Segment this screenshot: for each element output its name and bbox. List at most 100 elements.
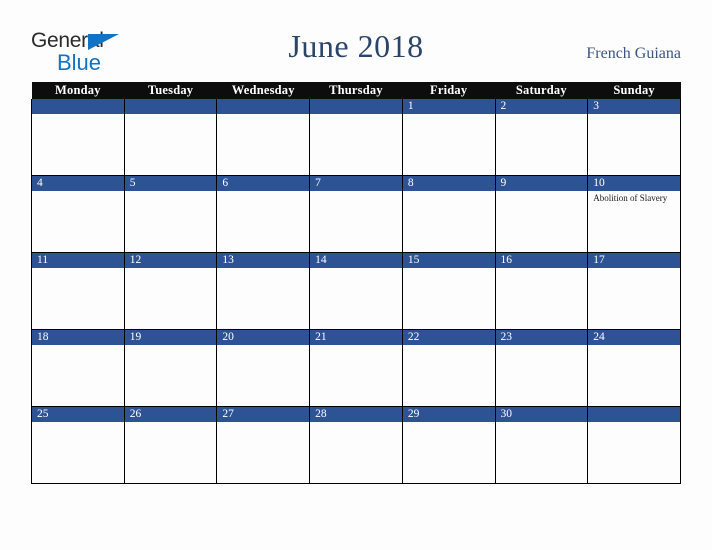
calendar-day-cell[interactable]: 3 <box>587 99 681 176</box>
day-cell-inner: 17 <box>588 253 680 329</box>
day-number <box>588 407 680 422</box>
day-cell-inner <box>217 99 310 175</box>
day-number: 8 <box>402 176 495 191</box>
calendar-day-cell[interactable]: 2 <box>494 99 589 176</box>
calendar-day-cell[interactable]: 7 <box>309 175 403 253</box>
calendar-day-cell[interactable]: 28 <box>309 406 403 484</box>
day-number: 2 <box>495 99 588 114</box>
weekday-header-friday: Friday <box>402 82 496 99</box>
calendar-empty-cell <box>587 406 681 484</box>
day-number: 18 <box>32 330 124 345</box>
day-cell-inner: 29 <box>402 407 495 483</box>
calendar-body: 1 2 3 4 5 6 7 8 9 10 Abolition of Slavery 11 12 13 14 1… <box>31 99 681 484</box>
calendar-day-cell[interactable]: 11 <box>31 252 125 330</box>
day-number: 25 <box>32 407 124 422</box>
calendar-day-cell[interactable]: 29 <box>401 406 496 484</box>
weekday-header-wednesday: Wednesday <box>216 82 310 99</box>
calendar-week-row: 11 12 13 14 15 16 17 <box>31 252 681 330</box>
page-header: General Blue June 2018 French Guiana <box>0 0 712 82</box>
day-cell-inner: 24 <box>588 330 680 406</box>
day-cell-inner: 3 <box>588 99 680 175</box>
day-number: 29 <box>402 407 495 422</box>
calendar-empty-cell <box>123 99 218 176</box>
calendar-day-cell[interactable]: 16 <box>494 252 589 330</box>
day-cell-inner: 22 <box>402 330 495 406</box>
day-number: 26 <box>124 407 217 422</box>
day-number: 20 <box>217 330 310 345</box>
day-cell-inner: 2 <box>495 99 588 175</box>
day-number: 22 <box>402 330 495 345</box>
calendar-day-cell[interactable]: 23 <box>494 329 589 407</box>
day-number: 1 <box>402 99 495 114</box>
calendar-day-cell[interactable]: 10 Abolition of Slavery <box>587 175 681 253</box>
calendar-day-cell[interactable]: 25 <box>31 406 125 484</box>
calendar-day-cell[interactable]: 12 <box>123 252 218 330</box>
day-number <box>310 99 402 114</box>
calendar-day-cell[interactable]: 13 <box>216 252 311 330</box>
calendar-day-cell[interactable]: 14 <box>309 252 403 330</box>
day-number: 10 <box>588 176 680 191</box>
weekday-header-monday: Monday <box>31 82 125 99</box>
day-number: 17 <box>588 253 680 268</box>
day-number: 4 <box>32 176 124 191</box>
day-cell-inner <box>32 99 124 175</box>
calendar-week-row: 18 19 20 21 22 23 24 <box>31 329 681 407</box>
calendar-day-cell[interactable]: 20 <box>216 329 311 407</box>
calendar-empty-cell <box>216 99 311 176</box>
calendar-day-cell[interactable]: 17 <box>587 252 681 330</box>
day-number: 23 <box>495 330 588 345</box>
day-cell-inner: 27 <box>217 407 310 483</box>
day-events: Abolition of Slavery <box>588 191 680 204</box>
day-cell-inner <box>310 99 402 175</box>
holiday-label: Abolition of Slavery <box>593 193 668 203</box>
day-cell-inner: 21 <box>310 330 402 406</box>
day-number: 3 <box>588 99 680 114</box>
day-cell-inner: 12 <box>124 253 217 329</box>
day-cell-inner: 26 <box>124 407 217 483</box>
day-number: 16 <box>495 253 588 268</box>
weekday-header-thursday: Thursday <box>309 82 403 99</box>
day-number: 7 <box>310 176 402 191</box>
day-cell-inner: 1 <box>402 99 495 175</box>
calendar-day-cell[interactable]: 30 <box>494 406 589 484</box>
calendar-week-row: 4 5 6 7 8 9 10 Abolition of Slavery <box>31 175 681 253</box>
day-cell-inner: 10 Abolition of Slavery <box>588 176 680 252</box>
calendar-day-cell[interactable]: 9 <box>494 175 589 253</box>
day-number: 24 <box>588 330 680 345</box>
day-number: 14 <box>310 253 402 268</box>
day-cell-inner: 11 <box>32 253 124 329</box>
calendar-week-row: 25 26 27 28 29 30 <box>31 406 681 484</box>
day-number <box>217 99 310 114</box>
day-cell-inner: 5 <box>124 176 217 252</box>
calendar-day-cell[interactable]: 21 <box>309 329 403 407</box>
calendar-day-cell[interactable]: 6 <box>216 175 311 253</box>
calendar-day-cell[interactable]: 15 <box>401 252 496 330</box>
calendar-day-cell[interactable]: 1 <box>401 99 496 176</box>
day-cell-inner: 30 <box>495 407 588 483</box>
day-cell-inner: 13 <box>217 253 310 329</box>
calendar-day-cell[interactable]: 4 <box>31 175 125 253</box>
day-number: 6 <box>217 176 310 191</box>
calendar-day-cell[interactable]: 5 <box>123 175 218 253</box>
day-number: 9 <box>495 176 588 191</box>
weekday-header-saturday: Saturday <box>495 82 588 99</box>
day-cell-inner: 4 <box>32 176 124 252</box>
calendar-header-row: Monday Tuesday Wednesday Thursday Friday Satu… <box>31 82 681 99</box>
calendar-day-cell[interactable]: 27 <box>216 406 311 484</box>
calendar-day-cell[interactable]: 26 <box>123 406 218 484</box>
calendar-day-cell[interactable]: 19 <box>123 329 218 407</box>
weekday-header-row: Monday Tuesday Wednesday Thursday Friday Satu… <box>31 82 681 99</box>
day-number: 11 <box>32 253 124 268</box>
day-cell-inner: 19 <box>124 330 217 406</box>
calendar-day-cell[interactable]: 24 <box>587 329 681 407</box>
calendar-day-cell[interactable]: 8 <box>401 175 496 253</box>
day-cell-inner: 16 <box>495 253 588 329</box>
day-number: 27 <box>217 407 310 422</box>
day-number: 5 <box>124 176 217 191</box>
calendar-day-cell[interactable]: 22 <box>401 329 496 407</box>
calendar-day-cell[interactable]: 18 <box>31 329 125 407</box>
day-number: 12 <box>124 253 217 268</box>
day-number: 15 <box>402 253 495 268</box>
day-number: 13 <box>217 253 310 268</box>
calendar-grid: Monday Tuesday Wednesday Thursday Friday Satu… <box>31 82 681 484</box>
